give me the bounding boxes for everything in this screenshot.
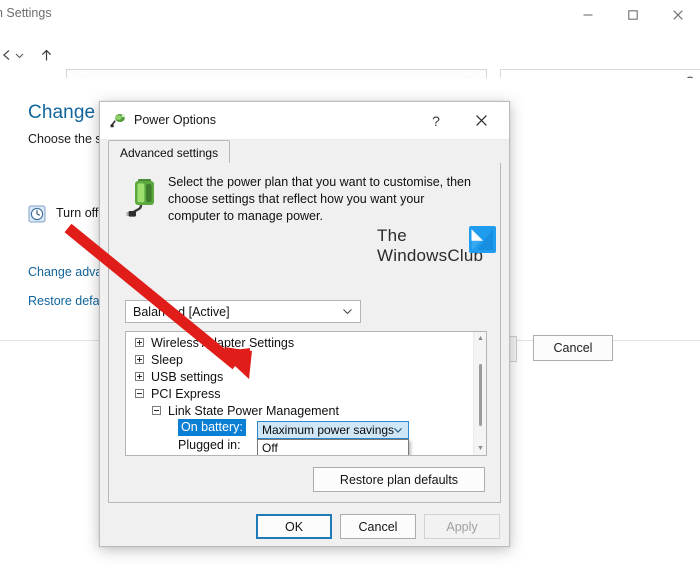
tree-item-label: Sleep — [151, 352, 183, 367]
link-state-on-battery-value: Maximum power savings — [262, 423, 395, 437]
on-battery-label: On battery: — [178, 419, 246, 436]
chevron-down-icon[interactable] — [392, 424, 404, 439]
maximize-icon[interactable] — [610, 0, 655, 30]
power-options-dialog: Power Options ? Advanced settings Select… — [99, 101, 510, 547]
link-state-on-battery-select[interactable]: Maximum power savings — [257, 421, 409, 439]
restore-plan-defaults-button[interactable]: Restore plan defaults — [313, 467, 485, 492]
minimize-icon[interactable] — [565, 0, 610, 30]
help-icon[interactable]: ? — [418, 102, 454, 139]
window-titlebar: n Settings — [0, 0, 700, 30]
caption-button-group — [565, 0, 700, 30]
tabstrip: Advanced settings — [108, 140, 501, 164]
link-state-on-battery-dropdown[interactable]: Off Moderate power savings Maximum power… — [257, 439, 409, 455]
expand-plus-icon[interactable] — [135, 338, 144, 347]
link-change-advanced[interactable]: Change adva — [28, 265, 102, 279]
tab-advanced-settings[interactable]: Advanced settings — [108, 140, 231, 164]
cancel-button[interactable]: Cancel — [340, 514, 416, 539]
dropdown-option-off[interactable]: Off — [258, 440, 408, 455]
battery-plug-icon — [125, 175, 165, 219]
page-subtitle: Choose the s — [28, 132, 102, 146]
tree-item-label: USB settings — [151, 369, 224, 384]
tree-item-link-state-power-management[interactable]: Link State Power Management — [126, 402, 474, 419]
background-cancel-button[interactable]: Cancel — [533, 335, 613, 361]
apply-button: Apply — [424, 514, 500, 539]
link-restore-defaults[interactable]: Restore defa — [28, 294, 100, 308]
tree-item-usb-settings[interactable]: USB settings — [126, 368, 474, 385]
watermark-line2: WindowsClub — [377, 246, 484, 265]
window-title: n Settings — [0, 6, 52, 20]
advanced-settings-tree[interactable]: Wireless Adapter Settings Sleep USB sett… — [125, 331, 487, 456]
ok-button[interactable]: OK — [256, 514, 332, 539]
power-plug-icon — [110, 112, 128, 130]
collapse-minus-icon[interactable] — [152, 406, 161, 415]
turn-off-label: Turn off — [56, 206, 99, 220]
collapse-minus-icon[interactable] — [135, 389, 144, 398]
close-icon[interactable] — [655, 0, 700, 30]
watermark-line1: The — [377, 226, 407, 245]
watermark: The WindowsClub — [377, 226, 499, 272]
dialog-title: Power Options — [134, 113, 216, 127]
tree-item-label: Display — [151, 455, 192, 456]
windowsclub-logo-icon — [469, 226, 496, 253]
tree-item-label: Link State Power Management — [168, 403, 339, 418]
tree-item-label: PCI Express — [151, 386, 221, 401]
dialog-description: Select the power plan that you want to c… — [168, 175, 471, 223]
history-chevron-down-icon[interactable] — [8, 44, 30, 66]
dialog-footer: OK Cancel Apply — [100, 506, 509, 548]
dialog-titlebar: Power Options ? — [100, 102, 509, 140]
up-arrow-icon[interactable] — [33, 42, 59, 68]
expand-plus-icon[interactable] — [135, 372, 144, 381]
expand-plus-icon[interactable] — [135, 355, 144, 364]
scrollbar-thumb[interactable] — [479, 364, 482, 426]
clock-icon — [28, 205, 46, 223]
scroll-up-icon[interactable]: ▲ — [474, 332, 486, 345]
scroll-down-icon[interactable]: ▼ — [474, 442, 486, 455]
tree-item-wireless-adapter-settings[interactable]: Wireless Adapter Settings — [126, 334, 474, 351]
tree-item-sleep[interactable]: Sleep — [126, 351, 474, 368]
power-plan-value: Balanced [Active] — [133, 304, 230, 319]
power-plan-select[interactable]: Balanced [Active] — [125, 300, 361, 323]
dialog-close-icon[interactable] — [461, 102, 501, 139]
dialog-panel: Select the power plan that you want to c… — [108, 163, 501, 503]
chevron-down-icon[interactable] — [341, 305, 354, 321]
explorer-toolbar: « Power Options › Edit Plan Settings — [0, 30, 700, 98]
tree-item-label: Wireless Adapter Settings — [151, 335, 295, 350]
tree-item-pci-express[interactable]: PCI Express — [126, 385, 474, 402]
tree-scrollbar[interactable]: ▲ ▼ — [473, 332, 486, 455]
plugged-in-label: Plugged in: — [178, 437, 241, 452]
